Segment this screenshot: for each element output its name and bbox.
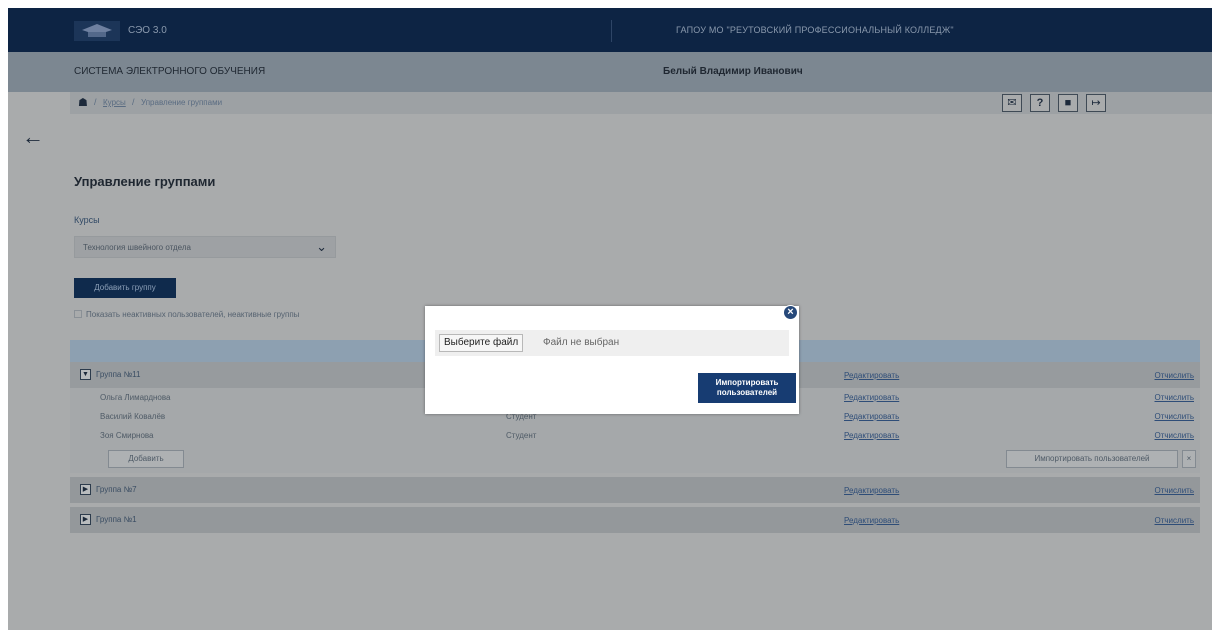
import-submit-button[interactable]: Импортировать пользователей (698, 373, 796, 403)
help-icon[interactable]: ? (1030, 94, 1050, 112)
add-member-button[interactable]: Добавить (108, 450, 184, 468)
group-name: Группа №7 (96, 485, 137, 494)
system-name: СИСТЕМА ЭЛЕКТРОННОГО ОБУЧЕНИЯ (74, 66, 266, 77)
show-inactive-checkbox[interactable]: Показать неактивных пользователей, неакт… (74, 310, 299, 319)
breadcrumb-separator: / (132, 97, 135, 107)
home-icon[interactable]: ☗ (78, 96, 88, 109)
import-clear-icon[interactable]: × (1182, 450, 1196, 468)
add-group-button[interactable]: Добавить группу (74, 278, 176, 298)
course-select[interactable]: Технология швейного отдела ⌄ (74, 236, 336, 258)
member-name: Зоя Смирнова (100, 431, 154, 440)
file-input[interactable]: Выберите файл Файл не выбран (435, 330, 789, 356)
course-select-value: Технология швейного отдела (83, 243, 191, 252)
member-name: Василий Ковалёв (100, 412, 166, 421)
import-submit-label-line2: пользователей (716, 388, 778, 397)
close-icon[interactable]: × (783, 305, 798, 320)
delete-member-link[interactable]: Отчислить (1155, 393, 1195, 402)
member-row: Зоя Смирнова Студент Редактировать Отчис… (70, 426, 1200, 445)
member-role: Студент (506, 431, 537, 440)
edit-member-link[interactable]: Редактировать (844, 412, 899, 421)
edit-group-link[interactable]: Редактировать (844, 516, 899, 525)
expand-icon[interactable]: ▶ (80, 514, 91, 525)
edit-member-link[interactable]: Редактировать (844, 393, 899, 402)
edit-member-link[interactable]: Редактировать (844, 431, 899, 440)
breadcrumb: ☗ / Курсы / Управление группами ✉ ? ■ ↦ (70, 92, 1212, 114)
system-bar: СИСТЕМА ЭЛЕКТРОННОГО ОБУЧЕНИЯ Белый Влад… (8, 52, 1212, 92)
group-actions-row: Добавить Импортировать пользователей × (70, 445, 1200, 473)
import-users-modal: Выберите файл Файл не выбран Импортирова… (425, 306, 799, 414)
breadcrumb-courses-link[interactable]: Курсы (103, 98, 126, 107)
profile-icon[interactable]: ■ (1058, 94, 1078, 112)
file-status: Файл не выбран (543, 337, 620, 348)
group-row: ▶ Группа №7 Редактировать Отчислить (70, 477, 1200, 503)
topbar-divider (611, 20, 612, 42)
group-name: Группа №11 (96, 370, 141, 379)
edit-group-link[interactable]: Редактировать (844, 486, 899, 495)
edit-group-link[interactable]: Редактировать (844, 371, 899, 380)
delete-member-link[interactable]: Отчислить (1155, 412, 1195, 421)
courses-label: Курсы (74, 215, 100, 225)
mail-icon[interactable]: ✉ (1002, 94, 1022, 112)
group-row: ▶ Группа №1 Редактировать Отчислить (70, 507, 1200, 533)
group-name: Группа №1 (96, 515, 137, 524)
import-users-button[interactable]: Импортировать пользователей (1006, 450, 1178, 468)
delete-group-link[interactable]: Отчислить (1155, 371, 1195, 380)
expand-icon[interactable]: ▶ (80, 484, 91, 495)
show-inactive-label: Показать неактивных пользователей, неакт… (86, 310, 300, 319)
logout-icon[interactable]: ↦ (1086, 94, 1106, 112)
app-title: СЭО 3.0 (128, 25, 167, 36)
back-arrow-icon[interactable]: ← (22, 124, 44, 150)
choose-file-button[interactable]: Выберите файл (439, 334, 524, 352)
checkbox-box[interactable] (74, 310, 82, 318)
breadcrumb-current: Управление группами (141, 98, 223, 107)
app-frame: СЭО 3.0 ГАПОУ МО "РЕУТОВСКИЙ ПРОФЕССИОНА… (8, 8, 1212, 630)
delete-group-link[interactable]: Отчислить (1155, 516, 1195, 525)
organization-name: ГАПОУ МО "РЕУТОВСКИЙ ПРОФЕССИОНАЛЬНЫЙ КО… (676, 25, 954, 35)
top-bar: СЭО 3.0 ГАПОУ МО "РЕУТОВСКИЙ ПРОФЕССИОНА… (8, 8, 1212, 52)
delete-group-link[interactable]: Отчислить (1155, 486, 1195, 495)
page-title: Управление группами (74, 174, 216, 189)
member-name: Ольга Лимарднова (100, 393, 171, 402)
collapse-icon[interactable]: ▼ (80, 369, 91, 380)
breadcrumb-separator: / (94, 97, 97, 107)
delete-member-link[interactable]: Отчислить (1155, 431, 1195, 440)
chevron-down-icon: ⌄ (316, 239, 327, 254)
college-logo-icon (74, 21, 120, 41)
import-submit-label-line1: Импортировать (715, 378, 779, 387)
current-user-name: Белый Владимир Иванович (663, 66, 803, 77)
